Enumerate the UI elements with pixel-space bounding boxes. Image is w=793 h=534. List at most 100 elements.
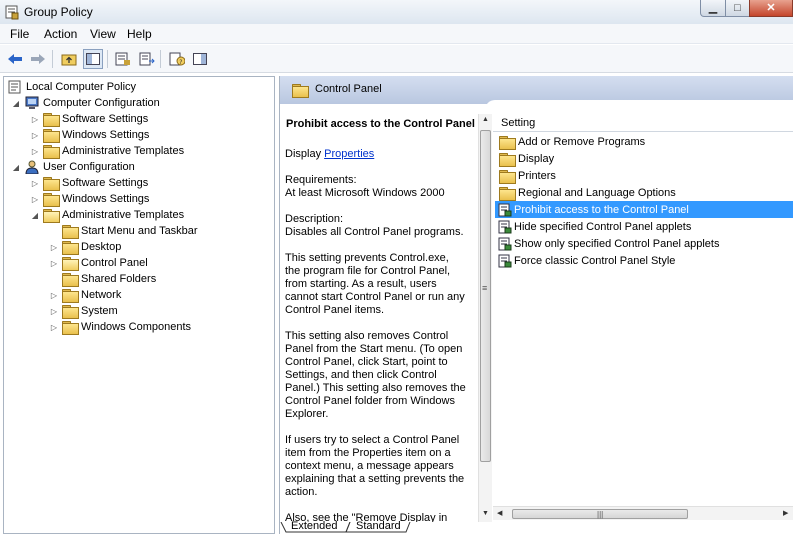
expand-triangle-icon[interactable]: ▷ [30, 130, 40, 140]
expand-triangle-icon[interactable]: ▷ [30, 114, 40, 124]
expand-triangle-icon[interactable]: ▷ [49, 306, 59, 316]
toolbar-separator [160, 50, 161, 68]
scrollbar-grip-icon: ||| [597, 510, 604, 519]
list-item[interactable]: Printers [495, 167, 793, 184]
column-header-setting[interactable]: Setting [493, 114, 793, 132]
policy-setting-icon [498, 237, 512, 250]
tree-node-windows-settings[interactable]: ▷ Windows Settings [30, 127, 149, 143]
tree-node-software-settings[interactable]: ▷ Software Settings [30, 175, 148, 191]
expand-triangle-icon[interactable]: ▷ [30, 146, 40, 156]
expand-triangle-icon[interactable]: ▷ [49, 258, 59, 268]
back-arrow-icon [8, 54, 22, 64]
properties-button[interactable] [113, 49, 133, 69]
list-horizontal-scrollbar[interactable]: ◀ ||| ▶ [493, 506, 793, 520]
list-item-label: Printers [518, 169, 556, 182]
tree-label: Computer Configuration [43, 97, 160, 109]
list-item-label: Prohibit access to the Control Panel [514, 203, 689, 216]
tree-node-administrative-templates[interactable]: ◢ Administrative Templates [30, 207, 184, 223]
tree-node-local-computer-policy[interactable]: Local Computer Policy [7, 79, 136, 95]
desc-line: Disables all Control Panel programs. [285, 226, 464, 238]
menu-file[interactable]: File [10, 27, 29, 41]
expand-triangle-icon[interactable]: ▷ [30, 178, 40, 188]
scrollbar-thumb[interactable]: ||| [512, 509, 688, 519]
minimize-button[interactable]: ▁ [700, 0, 726, 17]
policy-setting-icon [498, 220, 512, 233]
scroll-right-arrow-icon[interactable]: ▶ [783, 509, 788, 517]
folder-icon [62, 273, 79, 287]
menu-help[interactable]: Help [127, 27, 152, 41]
up-one-level-button[interactable] [59, 49, 79, 69]
close-button[interactable]: ✕ [749, 0, 793, 17]
expand-triangle-icon[interactable]: ▷ [49, 322, 59, 332]
tree-label: Local Computer Policy [26, 81, 137, 93]
list-item[interactable]: Regional and Language Options [495, 184, 793, 201]
folder-icon [62, 321, 79, 335]
tree-node-shared-folders[interactable]: Shared Folders [49, 271, 156, 287]
window-title: Group Policy [24, 5, 93, 19]
expand-triangle-icon[interactable]: ▷ [30, 194, 40, 204]
menu-view[interactable]: View [90, 27, 116, 41]
tab-standard[interactable]: Standard [348, 520, 409, 532]
scroll-left-arrow-icon[interactable]: ◀ [497, 509, 502, 517]
tree-node-windows-components[interactable]: ▷ Windows Components [49, 319, 191, 335]
list-item[interactable]: Add or Remove Programs [495, 133, 793, 150]
collapse-triangle-icon[interactable]: ◢ [11, 162, 21, 172]
expand-triangle-icon[interactable]: ▷ [49, 242, 59, 252]
folder-icon [62, 305, 79, 319]
desc-line: This setting prevents Control.exe, [285, 252, 449, 264]
tree-node-windows-settings[interactable]: ▷ Windows Settings [30, 191, 149, 207]
tree-node-system[interactable]: ▷ System [49, 303, 118, 319]
scrollbar-thumb[interactable]: ≡ [480, 130, 491, 462]
tree-node-user-configuration[interactable]: ◢ User Configuration [11, 159, 135, 175]
tree-label: System [81, 305, 118, 317]
expand-triangle-icon[interactable]: ▷ [49, 290, 59, 300]
show-hide-tree-button[interactable] [83, 49, 103, 69]
collapse-triangle-icon[interactable]: ◢ [11, 98, 21, 108]
desc-line: Requirements: [285, 174, 357, 186]
help-button[interactable]: ? [167, 49, 187, 69]
list-item[interactable]: Display [495, 150, 793, 167]
desc-line: action. [285, 486, 318, 498]
list-item-label: Regional and Language Options [518, 186, 676, 199]
tree-label: Administrative Templates [62, 209, 185, 221]
scroll-down-arrow-icon[interactable]: ▼ [482, 510, 489, 517]
tree-node-control-panel[interactable]: ▷ Control Panel [49, 255, 148, 271]
display-prefix: Display [285, 148, 325, 160]
list-item-selected[interactable]: Prohibit access to the Control Panel [495, 201, 793, 218]
policy-scroll-icon [8, 80, 21, 94]
tree-node-administrative-templates[interactable]: ▷ Administrative Templates [30, 143, 184, 159]
group-policy-app-icon [5, 5, 19, 20]
maximize-button[interactable]: □ [725, 0, 750, 17]
list-item-label: Add or Remove Programs [518, 135, 646, 148]
list-item[interactable]: Force classic Control Panel Style [495, 252, 793, 269]
scroll-up-arrow-icon[interactable]: ▲ [482, 116, 489, 123]
properties-link[interactable]: Properties [324, 148, 374, 160]
tree-node-software-settings[interactable]: ▷ Software Settings [30, 111, 148, 127]
tree-node-desktop[interactable]: ▷ Desktop [49, 239, 121, 255]
tree-node-computer-configuration[interactable]: ◢ Computer Configuration [11, 95, 160, 111]
back-button[interactable] [5, 49, 25, 69]
export-list-button[interactable] [137, 49, 157, 69]
collapse-triangle-icon[interactable]: ◢ [30, 210, 40, 220]
desc-line: from starting. As a result, users [285, 278, 437, 290]
menu-bar: File Action View Help [0, 24, 793, 44]
show-hide-action-pane-button[interactable] [190, 49, 210, 69]
list-item[interactable]: Show only specified Control Panel applet… [495, 235, 793, 252]
desc-line: Explorer. [285, 408, 329, 420]
desc-line: Settings, and then click Control [285, 369, 437, 381]
tree-label: Start Menu and Taskbar [81, 225, 198, 237]
forward-button[interactable] [28, 49, 48, 69]
menu-action[interactable]: Action [44, 27, 77, 41]
properties-icon [115, 52, 130, 66]
computer-icon [25, 96, 39, 109]
results-pane: Control Panel Prohibit access to the Con… [279, 76, 793, 534]
tab-extended[interactable]: Extended [283, 520, 345, 532]
list-item-label: Force classic Control Panel Style [514, 254, 676, 267]
description-scrollbar[interactable]: ▲ ≡ ▼ [478, 114, 492, 522]
tree-node-start-menu-and-taskbar[interactable]: Start Menu and Taskbar [49, 223, 198, 239]
export-list-icon [139, 52, 155, 66]
toolbar-separator [52, 50, 53, 68]
list-item[interactable]: Hide specified Control Panel applets [495, 218, 793, 235]
tree-node-network[interactable]: ▷ Network [49, 287, 121, 303]
